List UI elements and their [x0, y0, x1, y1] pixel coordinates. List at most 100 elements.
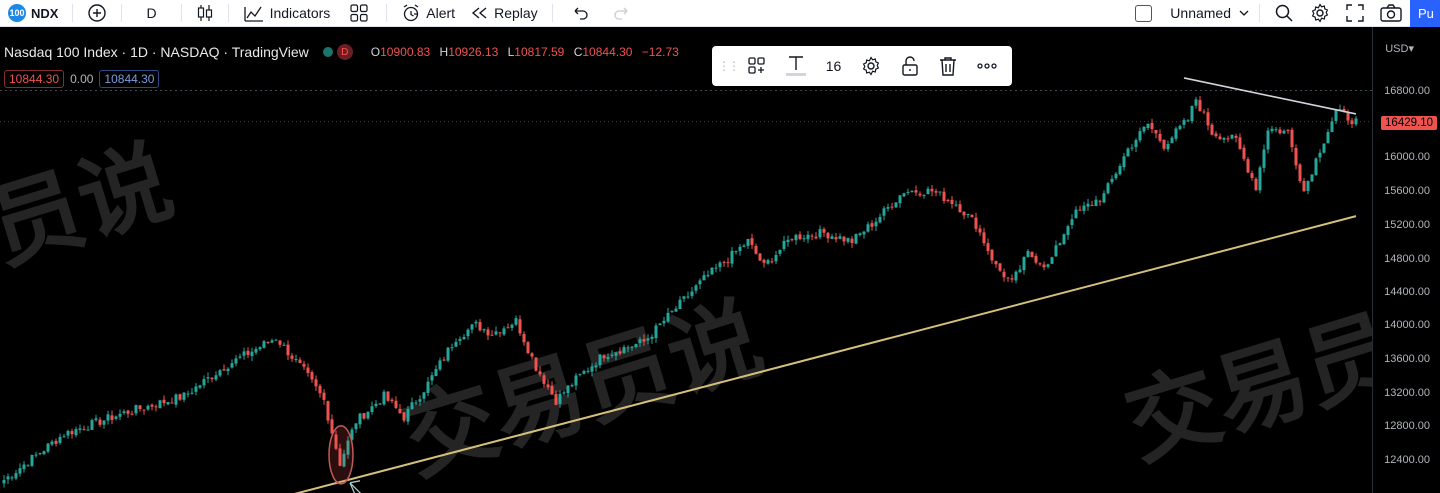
candle-body — [474, 321, 478, 324]
candle-body — [282, 344, 286, 346]
candle-body — [1290, 129, 1294, 148]
candle-body — [1154, 130, 1158, 134]
candle-body — [626, 347, 630, 349]
candle-body — [390, 399, 394, 402]
candle-body — [946, 199, 950, 201]
chevron-down-icon — [1239, 10, 1249, 17]
undo-button[interactable] — [559, 0, 601, 27]
interval-button[interactable]: D — [128, 0, 174, 27]
ohlc-open: 10900.83 — [380, 45, 431, 59]
symbol-search[interactable]: 100 NDX — [0, 0, 66, 27]
candle-body — [142, 409, 146, 411]
add-template-button[interactable] — [738, 46, 776, 86]
candle-body — [590, 366, 594, 372]
candle-body — [146, 405, 150, 410]
candle-body — [1190, 105, 1194, 122]
candle-body — [74, 429, 78, 436]
candle-body — [386, 391, 390, 401]
candle-body — [886, 207, 890, 209]
axis-tick: 13600.00 — [1384, 353, 1430, 365]
candle-body — [254, 348, 258, 353]
currency-select[interactable]: USD▾ — [1385, 42, 1414, 55]
chart-type-button[interactable] — [188, 0, 222, 27]
replay-button[interactable]: Replay — [463, 0, 546, 27]
gear-icon — [1310, 3, 1330, 23]
publish-button[interactable]: Pu — [1410, 0, 1440, 27]
candle-body — [498, 332, 502, 334]
snapshot-button[interactable] — [1372, 0, 1410, 27]
candle-body — [278, 340, 282, 345]
template-grid-icon — [747, 56, 767, 76]
candle-body — [550, 385, 554, 395]
candle-body — [134, 405, 138, 414]
candle-body — [1170, 137, 1174, 144]
dividend-badge[interactable]: D — [336, 44, 353, 60]
settings-button[interactable] — [1302, 0, 1338, 27]
candle-body — [682, 296, 686, 299]
candle-body — [586, 370, 590, 372]
candle-body — [510, 324, 514, 328]
delete-drawing-button[interactable] — [929, 46, 967, 86]
more-dots-icon — [977, 63, 997, 69]
buy-price[interactable]: 10844.30 — [99, 70, 160, 88]
indicators-button[interactable]: Indicators — [235, 0, 339, 27]
candle-body — [646, 338, 650, 341]
candle-body — [894, 202, 898, 208]
templates-button[interactable] — [338, 0, 380, 27]
candle-body — [478, 322, 482, 331]
candle-body — [1318, 152, 1322, 158]
candle-body — [326, 401, 330, 421]
candle-body — [1018, 269, 1022, 273]
drag-handle-icon[interactable]: ⋮⋮ — [718, 46, 740, 86]
candle-body — [1254, 178, 1258, 190]
candle-body — [530, 353, 534, 357]
fullscreen-button[interactable] — [1338, 0, 1372, 27]
layout-menu[interactable]: Unnamed — [1166, 0, 1253, 27]
font-size-select[interactable]: 16 — [815, 46, 852, 86]
candle-body — [890, 206, 894, 208]
layout-checkbox[interactable] — [1127, 0, 1166, 27]
drawing-settings-button[interactable] — [852, 46, 890, 86]
candle-body — [62, 436, 66, 438]
candle-body — [986, 243, 990, 252]
candle-body — [782, 240, 786, 249]
candle-body — [202, 379, 206, 386]
more-button[interactable] — [968, 46, 1006, 86]
candle-body — [866, 224, 870, 232]
alert-button[interactable]: Alert — [393, 0, 463, 27]
candle-body — [410, 402, 414, 410]
checkbox-icon — [1135, 4, 1153, 22]
candle-body — [774, 255, 778, 262]
candle-body — [370, 406, 374, 413]
axis-tick: 15600.00 — [1384, 185, 1430, 197]
chart-pane[interactable]: 交易员说 交易员说 交易员说 Nasdaq 100 Index · 1D · N… — [0, 27, 1440, 493]
axis-tick: 13200.00 — [1384, 387, 1430, 399]
compare-button[interactable] — [79, 0, 115, 27]
redo-button[interactable] — [601, 0, 643, 27]
candle-body — [1042, 264, 1046, 268]
candle-body — [1066, 226, 1070, 236]
candle-body — [930, 188, 934, 192]
fullscreen-icon — [1346, 4, 1364, 22]
candle-body — [650, 336, 654, 339]
candle-body — [526, 342, 530, 354]
divider — [551, 4, 553, 22]
ohlc-values: O10900.83 H10926.13 L10817.59 C10844.30 … — [371, 45, 685, 59]
candle-body — [1074, 209, 1078, 219]
price-plot[interactable] — [0, 27, 1372, 493]
candle-body — [194, 386, 198, 392]
candle-body — [766, 260, 770, 264]
candle-body — [698, 280, 702, 285]
candle-body — [1110, 178, 1114, 183]
candle-body — [654, 325, 658, 339]
sell-price[interactable]: 10844.30 — [4, 70, 65, 88]
price-axis[interactable]: USD▾ 16800.00 16000.00 15600.00 15200.00… — [1372, 27, 1440, 493]
top-toolbar: 100 NDX D Indicators Alert Replay Unname… — [0, 0, 1440, 27]
search-button[interactable] — [1266, 0, 1302, 27]
candle-body — [1198, 100, 1202, 112]
text-color-button[interactable] — [776, 46, 814, 86]
lock-button[interactable] — [891, 46, 929, 86]
axis-tick: 16800.00 — [1384, 85, 1430, 97]
candle-body — [1350, 120, 1354, 125]
candle-body — [318, 385, 322, 394]
